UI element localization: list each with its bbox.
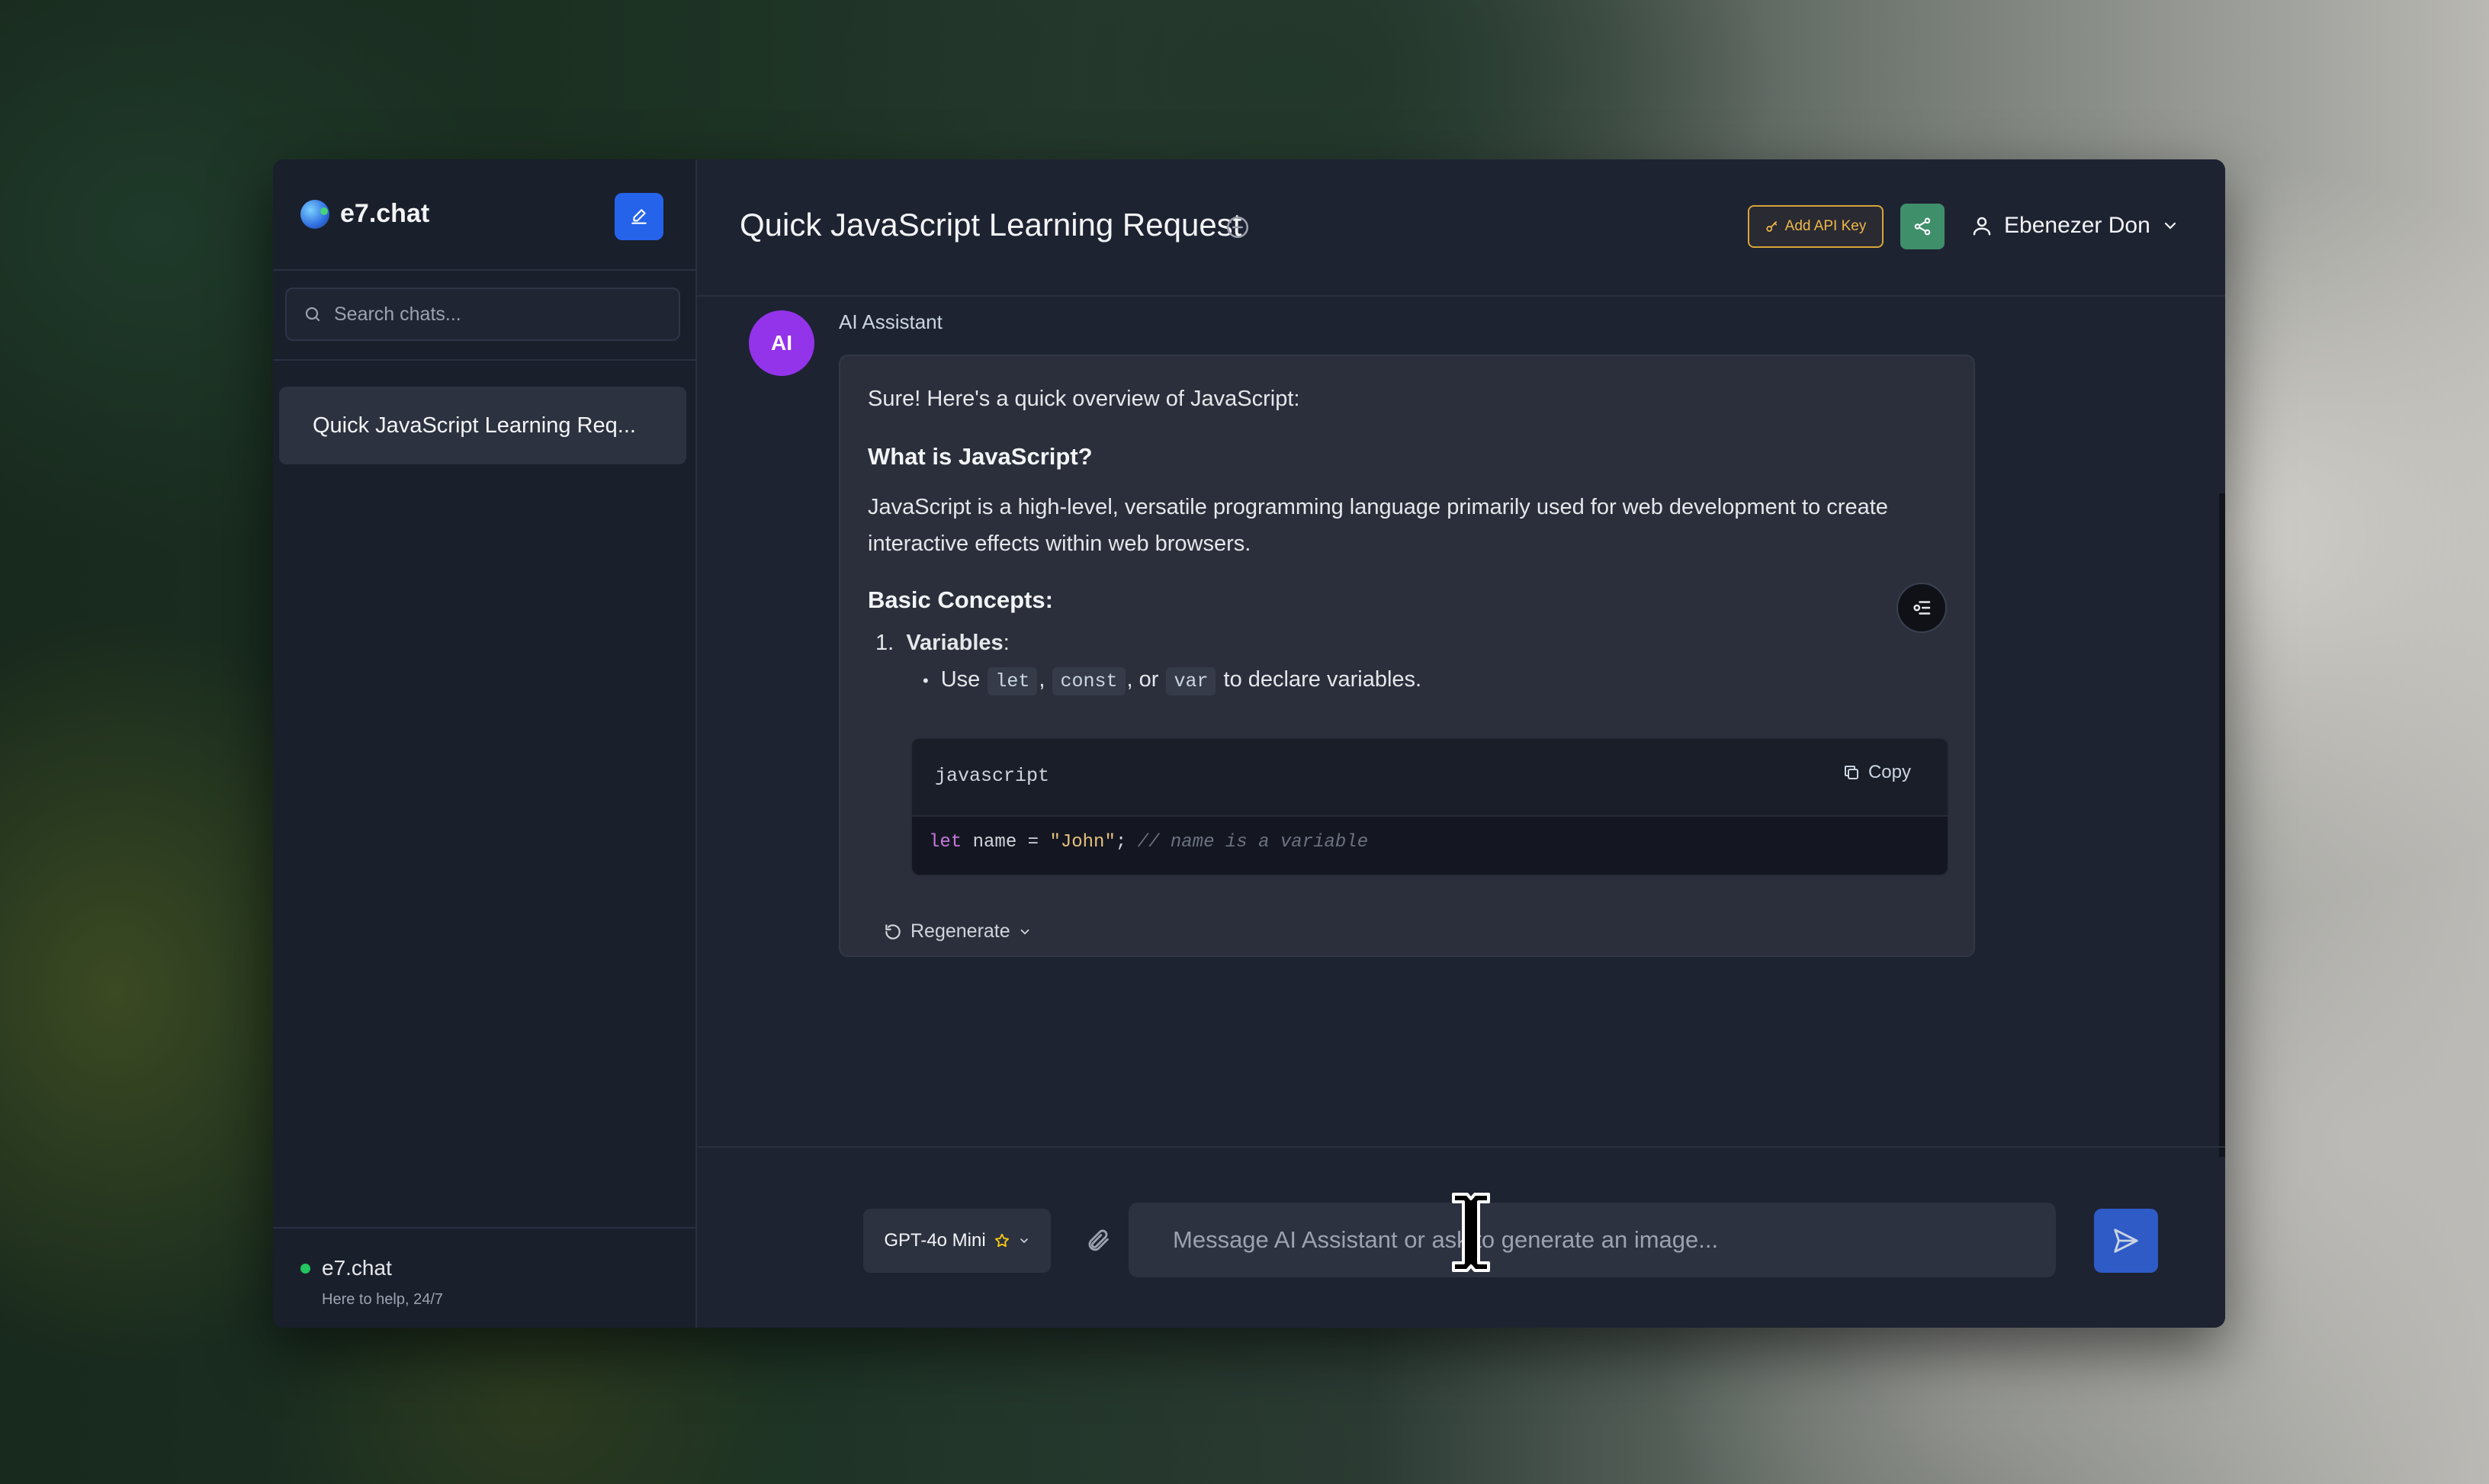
- scrollbar[interactable]: [2219, 493, 2225, 1157]
- model-selector[interactable]: GPT-4o Mini: [863, 1209, 1051, 1273]
- user-name: Ebenezer Don: [2004, 213, 2150, 238]
- divider: [273, 359, 695, 361]
- outline-toggle-button[interactable]: [1896, 583, 1947, 633]
- list-item-variables: 1. Variables:: [875, 625, 1010, 661]
- send-icon: [2114, 1229, 2138, 1253]
- code-string: "John": [1049, 832, 1116, 853]
- user-icon: [1973, 217, 1991, 236]
- ai-message-bubble: Sure! Here's a quick overview of JavaScr…: [839, 355, 1975, 957]
- message-input[interactable]: [1129, 1203, 2056, 1277]
- brand-logo: [300, 199, 329, 229]
- app-window: e7.chat Search chats... Quick JavaScript…: [273, 159, 2225, 1328]
- new-chat-button[interactable]: [615, 193, 663, 240]
- bullet-item: • Use let, const, or var to declare varia…: [923, 661, 1421, 700]
- code-comment: // name is a variable: [1137, 832, 1369, 853]
- add-api-key-label: Add API Key: [1784, 218, 1867, 234]
- code-keyword: let: [929, 832, 962, 853]
- chat-title: Quick JavaScript Learning Request: [740, 207, 1242, 243]
- code-semicolon: ;: [1115, 832, 1138, 853]
- paperclip-icon[interactable]: [1086, 1227, 1112, 1253]
- footer-subtitle: Here to help, 24/7: [322, 1291, 443, 1308]
- code-block-header: javascript Copy: [912, 739, 1948, 817]
- chevron-down-icon: [2164, 222, 2176, 230]
- footer-app-name: e7.chat: [322, 1256, 392, 1280]
- separator: , or: [1126, 667, 1159, 692]
- copy-code-button[interactable]: Copy: [1842, 762, 1911, 783]
- copy-icon: [1844, 766, 1858, 779]
- sidebar-footer: e7.chat Here to help, 24/7: [273, 1227, 695, 1328]
- bullet-prefix: Use: [940, 667, 981, 692]
- text-cursor-icon: [1452, 1193, 1490, 1272]
- search-chats-field[interactable]: Search chats...: [285, 287, 680, 341]
- bullet-suffix: to declare variables.: [1223, 667, 1422, 692]
- divider: [273, 269, 695, 271]
- share-button[interactable]: [1900, 204, 1945, 249]
- inline-code-let: let: [988, 667, 1038, 695]
- ai-avatar: AI: [749, 310, 814, 376]
- chevron-down-icon: [1020, 1238, 1028, 1244]
- list-colon: :: [1003, 631, 1010, 655]
- bullet-dot: •: [923, 671, 929, 690]
- list-number: 1.: [875, 631, 894, 655]
- code-line: let name = "John"; // name is a variable: [929, 832, 1368, 853]
- message-paragraph: JavaScript is a high-level, versatile pr…: [868, 495, 1888, 556]
- heading-what-is-javascript: What is JavaScript?: [868, 443, 1093, 470]
- share-icon: [1914, 217, 1931, 236]
- sender-name: AI Assistant: [839, 310, 943, 333]
- refresh-icon: [885, 923, 901, 940]
- key-icon: [1766, 221, 1777, 232]
- search-icon: [305, 307, 320, 322]
- star-icon: [994, 1233, 1009, 1248]
- chat-list-item-label: Quick JavaScript Learning Req...: [313, 413, 636, 438]
- inline-code-const: const: [1052, 667, 1126, 695]
- copy-label: Copy: [1868, 762, 1911, 782]
- chat-header: Quick JavaScript Learning Request Add AP…: [697, 159, 2225, 297]
- separator: ,: [1039, 667, 1045, 692]
- add-api-key-button[interactable]: Add API Key: [1748, 205, 1884, 248]
- heading-basic-concepts: Basic Concepts:: [868, 586, 1053, 613]
- chat-main: Quick JavaScript Learning Request Add AP…: [697, 159, 2225, 1328]
- search-placeholder: Search chats...: [334, 303, 461, 325]
- model-name: GPT-4o Mini: [884, 1230, 986, 1251]
- code-language: javascript: [935, 765, 1050, 787]
- list-settings-icon: [1913, 601, 1931, 615]
- inline-code-var: var: [1166, 667, 1216, 695]
- user-menu[interactable]: Ebenezer Don: [1970, 213, 2179, 239]
- chevron-down-icon: [1020, 929, 1029, 935]
- minus-circle-icon[interactable]: [1225, 214, 1251, 240]
- code-block: javascript Copy let name = "John"; // na…: [910, 737, 1949, 876]
- code-identifier: name =: [962, 832, 1050, 853]
- regenerate-button[interactable]: Regenerate: [883, 920, 1032, 943]
- sidebar: e7.chat Search chats... Quick JavaScript…: [273, 159, 697, 1328]
- send-button[interactable]: [2094, 1209, 2158, 1273]
- chat-list-item[interactable]: Quick JavaScript Learning Req...: [279, 387, 686, 464]
- regenerate-label: Regenerate: [910, 920, 1010, 942]
- edit-icon: [631, 209, 647, 224]
- message-intro: Sure! Here's a quick overview of JavaScr…: [868, 387, 1300, 411]
- brand-name: e7.chat: [340, 199, 430, 228]
- list-item-title: Variables: [906, 631, 1004, 655]
- brand: e7.chat: [300, 199, 429, 229]
- online-status-dot: [300, 1264, 310, 1274]
